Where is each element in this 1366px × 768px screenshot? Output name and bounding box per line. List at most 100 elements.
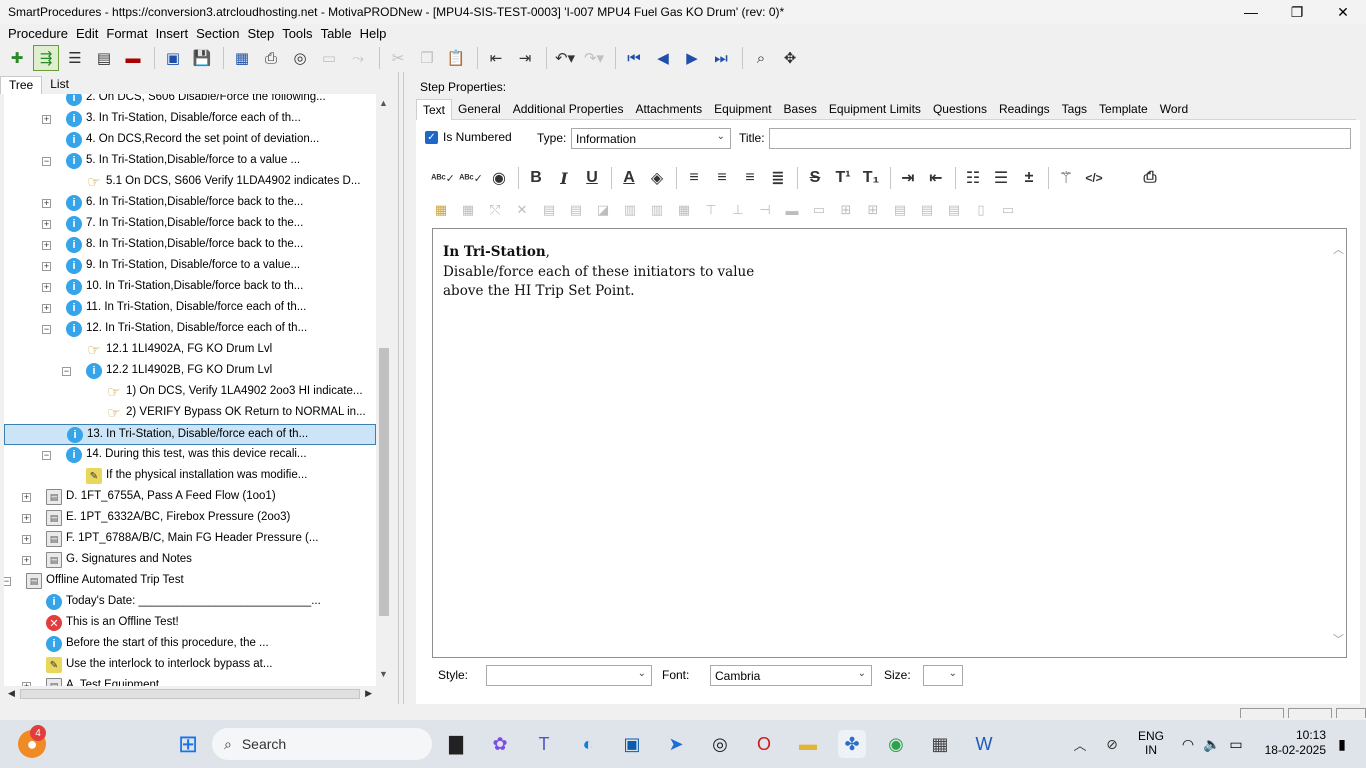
previous-icon[interactable]: ◀	[650, 45, 676, 71]
tree-row[interactable]: − i 14. During this test, was this device …	[4, 445, 376, 466]
paste-icon[interactable]: 📋	[443, 45, 469, 71]
tree-row[interactable]: ☞ 5.1 On DCS, S606 Verify 1LDA4902 indica…	[4, 172, 376, 193]
tree-row[interactable]: i 4. On DCS,Record the set point of devia…	[4, 130, 376, 151]
italic-icon[interactable]: I	[551, 165, 577, 191]
table-row-height-icon[interactable]: ▭	[997, 199, 1019, 221]
expand-icon[interactable]: +	[22, 535, 31, 544]
tab-general[interactable]: General	[452, 99, 507, 120]
smartprocedures-icon[interactable]: ✤	[838, 730, 866, 758]
print-icon[interactable]: ⎙	[258, 45, 284, 71]
outdent-icon[interactable]: ⇤	[483, 45, 509, 71]
tree-row[interactable]: + i 9. In Tri-Station, Disable/force to a …	[4, 256, 376, 277]
tree-row[interactable]: ☞ 1) On DCS, Verify 1LA4902 2oo3 HI indic…	[4, 382, 376, 403]
task-view-icon[interactable]: ▇	[442, 730, 470, 758]
table-delete-icon[interactable]: ▦	[457, 199, 479, 221]
align-left-icon[interactable]: ≡	[681, 165, 707, 191]
dell-icon[interactable]: ◎	[706, 730, 734, 758]
file-explorer-icon[interactable]: ▬	[794, 730, 822, 758]
underline-icon[interactable]: U	[579, 165, 605, 191]
chevron-down-icon[interactable]: ⌄	[949, 668, 957, 679]
collapse-icon[interactable]: −	[42, 325, 51, 334]
close-button[interactable]: ✕	[1320, 0, 1366, 24]
checkbox-check-icon[interactable]: ✓	[425, 130, 438, 144]
clear-format-icon[interactable]: ◉	[486, 165, 512, 191]
table-remove-icon[interactable]: ✕	[511, 199, 533, 221]
tab-additional-properties[interactable]: Additional Properties	[507, 99, 630, 120]
find-icon[interactable]: ⌕	[748, 45, 774, 71]
undo-icon[interactable]: ↶▾	[552, 45, 578, 71]
list-icon[interactable]: ☰	[62, 45, 88, 71]
step-text-editor[interactable]: In Tri-Station, Disable/force each of th…	[432, 228, 1347, 658]
table-props-icon[interactable]: ◪	[592, 199, 614, 221]
horizontal-rule-icon[interactable]: ±	[1016, 165, 1042, 191]
copy-icon[interactable]: ❐	[414, 45, 440, 71]
teams-icon[interactable]: T	[530, 730, 558, 758]
start-icon[interactable]: ⊞	[174, 730, 202, 758]
tree-row[interactable]: ☞ 12.1 1LI4902A, FG KO Drum Lvl	[4, 340, 376, 361]
table-border2-icon[interactable]: ⊞	[862, 199, 884, 221]
table-insert-below-icon[interactable]: ⊥	[727, 199, 749, 221]
chrome-icon[interactable]: ◉	[882, 730, 910, 758]
collapse-icon[interactable]: −	[62, 367, 71, 376]
table-cell-icon[interactable]: ▬	[781, 199, 803, 221]
first-icon[interactable]: ⏮	[621, 45, 647, 71]
tab-questions[interactable]: Questions	[927, 99, 993, 120]
tree-row[interactable]: i 2. On DCS, S606 Disable/Force the follo…	[4, 94, 376, 109]
scroll-down-icon[interactable]: ▼	[379, 669, 388, 679]
html-source-icon[interactable]: </>	[1081, 165, 1107, 191]
expand-icon[interactable]: +	[42, 262, 51, 271]
save-icon[interactable]: 💾	[189, 45, 215, 71]
table-insert-above-icon[interactable]: ⊤	[700, 199, 722, 221]
chevron-up-icon[interactable]: ︿	[1066, 730, 1094, 758]
expand-icon[interactable]: +	[42, 115, 51, 124]
add-icon[interactable]: ✚	[4, 45, 30, 71]
export-icon[interactable]: ▦	[229, 45, 255, 71]
tab-tags[interactable]: Tags	[1056, 99, 1093, 120]
redo-action-icon[interactable]: ⤳	[345, 45, 371, 71]
table-align-right-icon[interactable]: ▤	[943, 199, 965, 221]
scroll-thumb-horizontal[interactable]	[20, 689, 360, 699]
tab-tree[interactable]: Tree	[0, 76, 43, 94]
tab-word[interactable]: Word	[1154, 99, 1194, 120]
font-select[interactable]: Cambria ⌄	[710, 665, 872, 686]
save-as-icon[interactable]: ▣	[160, 45, 186, 71]
table-align-center-icon[interactable]: ▤	[916, 199, 938, 221]
tree-row[interactable]: + ▤ D. 1FT_6755A, Pass A Feed Flow (1oo1)	[4, 487, 376, 508]
collapse-icon[interactable]: −	[42, 451, 51, 460]
chevron-down-icon[interactable]: ⌄	[717, 131, 725, 142]
bullet-list-icon[interactable]: ☷	[960, 165, 986, 191]
decrease-indent-icon[interactable]: ⇤	[923, 165, 949, 191]
menu-help[interactable]: Help	[359, 26, 388, 41]
opera-icon[interactable]: O	[750, 730, 778, 758]
powerautomate-icon[interactable]: ➤	[662, 730, 690, 758]
indent-icon[interactable]: ⇥	[512, 45, 538, 71]
editor-content[interactable]: In Tri-Station, Disable/force each of th…	[443, 243, 754, 302]
font-color-icon[interactable]: A	[616, 165, 642, 191]
table-cell2-icon[interactable]: ▭	[808, 199, 830, 221]
tab-attachments[interactable]: Attachments	[629, 99, 708, 120]
scroll-thumb[interactable]	[379, 348, 389, 616]
expand-icon[interactable]: +	[22, 556, 31, 565]
scroll-up-icon[interactable]: ▲	[379, 98, 388, 108]
subscript-icon[interactable]: T₁	[858, 165, 884, 191]
menu-section[interactable]: Section	[195, 26, 240, 41]
tree-row[interactable]: i Today's Date: _________________________…	[4, 592, 376, 613]
tree-row[interactable]: − ▤ Offline Automated Trip Test	[4, 571, 376, 592]
tree-row[interactable]: + i 6. In Tri-Station,Disable/force back t…	[4, 193, 376, 214]
print-preview-icon[interactable]: ⎙	[1137, 165, 1163, 191]
tab-readings[interactable]: Readings	[993, 99, 1056, 120]
tree-row[interactable]: − i 12.2 1LI4902B, FG KO Drum Lvl	[4, 361, 376, 382]
highlight-icon[interactable]: ◈	[644, 165, 670, 191]
tree-row[interactable]: ✎ Use the interlock to interlock bypass a…	[4, 655, 376, 676]
language-indicator[interactable]: ENG IN	[1138, 729, 1164, 757]
tree-row[interactable]: + ▤ F. 1PT_6788A/B/C, Main FG Header Press…	[4, 529, 376, 550]
style-select[interactable]: ⌄	[486, 665, 652, 686]
table-split-icon[interactable]: ⊣	[754, 199, 776, 221]
editor-scroll-down-icon[interactable]: ﹀	[1333, 631, 1344, 647]
procedure-tree[interactable]: i 2. On DCS, S606 Disable/Force the follo…	[4, 94, 376, 686]
word-icon[interactable]: W	[970, 730, 998, 758]
tree-row[interactable]: + ▤ A. Test Equipment	[4, 676, 376, 686]
strikethrough-icon[interactable]: S	[802, 165, 828, 191]
menu-tools[interactable]: Tools	[281, 26, 313, 41]
tab-equipment[interactable]: Equipment	[708, 99, 777, 120]
